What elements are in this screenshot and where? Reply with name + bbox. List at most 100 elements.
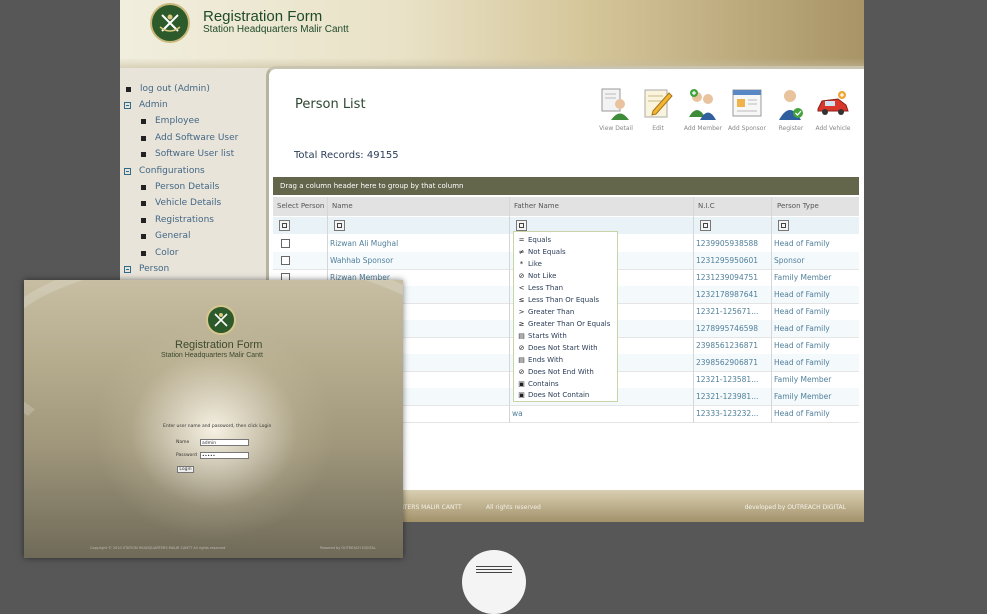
bullet-icon xyxy=(141,217,146,223)
filter-option-does-not-end-with[interactable]: ⊘ Does Not End With xyxy=(517,366,594,377)
add-sponsor-button[interactable]: Add Sponsor xyxy=(727,87,767,132)
bullet-icon xyxy=(141,233,146,239)
sidebar-item-person-details[interactable]: Person Details xyxy=(141,182,219,192)
add-vehicle-icon xyxy=(817,91,849,115)
login-button[interactable]: Login xyxy=(177,466,194,473)
edit-pencil-icon xyxy=(644,89,673,118)
sidebar-item-person[interactable]: Person xyxy=(124,264,169,274)
banner-subtitle: Station Headquarters Malir Cantt xyxy=(203,24,349,35)
col-header-select-person[interactable]: Select Person xyxy=(277,197,324,216)
login-instructions: Enter user name and password, then click… xyxy=(163,424,272,429)
group-by-bar[interactable]: Drag a column header here to group by th… xyxy=(273,177,859,195)
filter-option-ends-with[interactable]: ▤ Ends With xyxy=(517,354,563,365)
sidebar-item-add-software-user[interactable]: Add Software User xyxy=(141,133,238,143)
filter-option-contains[interactable]: ▣ Contains xyxy=(517,378,558,389)
sidebar-item-color[interactable]: Color xyxy=(141,248,179,258)
register-person-icon xyxy=(779,90,803,120)
login-copyright: Copyright © 2010 STATION HEADQUARTERS MA… xyxy=(90,546,226,550)
bullet-icon xyxy=(141,250,146,256)
filter-option-starts-with[interactable]: ▤ Starts With xyxy=(517,330,567,341)
col-header-name[interactable]: Name xyxy=(332,197,353,216)
ends-with-icon: ▤ xyxy=(518,355,525,364)
filter-option-not-like[interactable]: ⊘ Not Like xyxy=(517,270,557,281)
person-document-icon xyxy=(601,88,629,120)
collapse-icon[interactable] xyxy=(124,265,131,273)
sidebar-item-configurations[interactable]: Configurations xyxy=(124,166,205,176)
filter-option-less-than-or-equals[interactable]: ≤ Less Than Or Equals xyxy=(517,294,600,305)
not-like-icon: ⊘ xyxy=(518,271,525,280)
does-not-end-with-icon: ⊘ xyxy=(518,367,525,376)
filter-option-does-not-start-with[interactable]: ⊘ Does Not Start With xyxy=(517,342,598,353)
sidebar-item-software-user-list[interactable]: Software User list xyxy=(141,149,234,159)
name-label: Name xyxy=(176,440,190,445)
sidebar-item-logout[interactable]: log out (Admin) xyxy=(126,84,210,94)
login-title: Registration Form xyxy=(175,339,263,351)
collapse-icon[interactable] xyxy=(124,101,131,109)
page-title: Person List xyxy=(295,97,366,112)
add-vehicle-button[interactable]: Add Vehicle xyxy=(813,87,853,132)
contains-icon: ▣ xyxy=(518,379,525,388)
filter-name-icon[interactable] xyxy=(334,220,345,231)
header-banner: Registration Form Station Headquarters M… xyxy=(120,0,864,68)
bullet-icon xyxy=(126,86,131,92)
col-header-father-name[interactable]: Father Name xyxy=(514,197,559,216)
thumbnail-lines-icon xyxy=(476,566,512,575)
filter-select-icon[interactable] xyxy=(279,220,290,231)
footer-developer: developed by OUTREACH DIGITAL xyxy=(744,504,846,511)
add-member-icon xyxy=(689,89,716,120)
filter-option-like[interactable]: * Like xyxy=(517,258,542,269)
filter-nic-icon[interactable] xyxy=(700,220,711,231)
login-powered-by: Powered by OUTREACH DIGITAL xyxy=(320,546,376,550)
sidebar-item-admin[interactable]: Admin xyxy=(124,100,168,110)
filter-option-greater-than[interactable]: > Greater Than xyxy=(517,306,575,317)
like-icon: * xyxy=(519,259,524,268)
filter-type-icon[interactable] xyxy=(778,220,789,231)
filter-option-not-equals[interactable]: ≠ Not Equals xyxy=(517,246,566,257)
greater-than-icon: > xyxy=(518,307,525,316)
bullet-icon xyxy=(141,151,146,157)
sidebar-item-vehicle-details[interactable]: Vehicle Details xyxy=(141,198,221,208)
station-logo-icon xyxy=(150,3,190,43)
filter-option-less-than[interactable]: < Less Than xyxy=(517,282,563,293)
login-window: Registration Form Station Headquarters M… xyxy=(24,280,403,558)
footer-rights: All rights reserved xyxy=(486,504,541,511)
collapse-icon[interactable] xyxy=(124,167,131,175)
banner-title: Registration Form xyxy=(203,8,323,25)
register-button[interactable]: Register xyxy=(771,87,811,132)
filter-option-equals[interactable]: = Equals xyxy=(517,234,552,245)
less-than-icon: < xyxy=(518,283,525,292)
filter-father-icon[interactable] xyxy=(516,220,527,231)
does-not-contain-icon: ▣ xyxy=(518,390,525,399)
add-member-button[interactable]: Add Member xyxy=(683,87,723,132)
less-than-or-equals-icon: ≤ xyxy=(518,295,525,304)
sidebar-nav: log out (Admin) Admin Employee Add Softw… xyxy=(120,80,265,280)
station-logo-icon xyxy=(206,305,236,335)
sidebar-item-general[interactable]: General xyxy=(141,231,190,241)
column-divider xyxy=(693,197,694,423)
view-detail-button[interactable]: View Detail xyxy=(596,87,636,132)
password-label: Password xyxy=(176,453,198,458)
filter-option-does-not-contain[interactable]: ▣ Does Not Contain xyxy=(517,389,589,400)
bullet-icon xyxy=(141,200,146,206)
does-not-start-with-icon: ⊘ xyxy=(518,343,525,352)
edit-button[interactable]: Edit xyxy=(638,87,678,132)
column-divider xyxy=(771,197,772,423)
col-header-nic[interactable]: N.I.C xyxy=(698,197,715,216)
password-field[interactable]: ••••• xyxy=(200,452,249,459)
add-sponsor-icon xyxy=(732,89,762,117)
thumbnail-circle[interactable] xyxy=(462,550,526,614)
select-checkbox[interactable] xyxy=(281,239,290,248)
bullet-icon xyxy=(141,184,146,190)
sidebar-item-employee[interactable]: Employee xyxy=(141,116,200,126)
equals-icon: = xyxy=(518,235,525,244)
select-checkbox[interactable] xyxy=(281,256,290,265)
sidebar-item-registrations[interactable]: Registrations xyxy=(141,215,214,225)
greater-than-or-equals-icon: ≥ xyxy=(518,319,525,328)
filter-dropdown-menu: = Equals ≠ Not Equals * Like ⊘ Not Like < Les… xyxy=(513,231,618,402)
filter-option-greater-than-or-equals[interactable]: ≥ Greater Than Or Equals xyxy=(517,318,611,329)
username-field[interactable]: admin xyxy=(200,439,249,446)
total-records: Total Records: 49155 xyxy=(294,150,399,161)
column-divider xyxy=(509,197,510,423)
bullet-icon xyxy=(141,135,146,141)
col-header-person-type[interactable]: Person Type xyxy=(777,197,819,216)
